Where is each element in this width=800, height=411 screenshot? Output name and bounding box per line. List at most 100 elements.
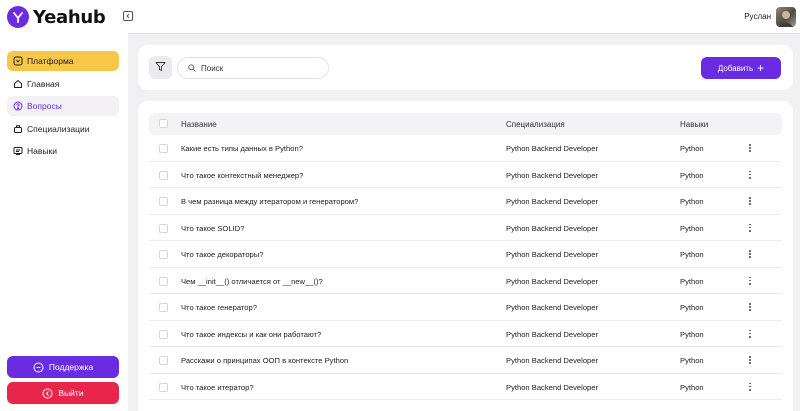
cell-title[interactable]: Что такое SOLID? — [181, 224, 244, 233]
cell-skill: Python — [680, 276, 704, 286]
cell-skill: Python — [680, 197, 704, 206]
row-checkbox[interactable] — [159, 303, 168, 312]
plus-icon: + — [757, 61, 765, 75]
row-checkbox[interactable] — [159, 356, 168, 365]
more-options-icon[interactable] — [747, 301, 753, 313]
skills-icon — [13, 146, 23, 156]
cell-specialization: Python Backend Developer — [506, 303, 599, 312]
more-options-icon[interactable] — [747, 354, 753, 366]
logout-button[interactable]: Выйти — [7, 382, 119, 404]
cell-skill: Python — [680, 223, 704, 233]
more-options-icon[interactable] — [747, 169, 753, 181]
sidebar-item-skills[interactable]: Навыки — [7, 141, 119, 161]
cell-title[interactable]: Что такое генератор? — [181, 303, 257, 312]
column-header-skills[interactable]: Навыки — [680, 120, 708, 129]
cell-title[interactable]: Расскажи о принципах ООП в контексте Pyt… — [181, 356, 348, 365]
sidebar-item-label: Специализации — [27, 123, 90, 134]
cell-specialization: Python Backend Developer — [506, 382, 599, 392]
cell-skill: Python — [680, 170, 704, 180]
sidebar-item-questions[interactable]: Вопросы — [7, 96, 119, 116]
add-question-button[interactable]: Добавить + — [701, 57, 781, 79]
table-row[interactable]: Что такое SOLID? Python Backend Developer… — [149, 215, 782, 241]
row-checkbox[interactable] — [159, 223, 168, 233]
add-label: Добавить — [717, 63, 754, 73]
more-options-icon[interactable] — [747, 195, 753, 207]
cell-skill: Python — [680, 356, 704, 365]
sidebar: Yeahub Платформа Главная Вопросы Специал… — [0, 0, 128, 411]
row-checkbox[interactable] — [159, 197, 168, 206]
column-header-title[interactable]: Название — [181, 120, 217, 129]
row-checkbox[interactable] — [159, 250, 168, 259]
table-row[interactable]: Что такое декораторы? Python Backend Deve… — [149, 241, 782, 268]
row-checkbox[interactable] — [159, 329, 168, 339]
select-all-checkbox[interactable] — [159, 119, 168, 128]
search-input[interactable] — [201, 63, 321, 73]
table-row[interactable]: В чем разница между итератором и генерат… — [149, 188, 782, 215]
cell-skill: Python — [680, 329, 704, 339]
cell-specialization: Python Backend Developer — [506, 170, 599, 180]
collapse-sidebar-icon[interactable] — [123, 11, 133, 21]
logout-label: Выйти — [58, 388, 84, 398]
table-row[interactable]: Какие есть типы данных в Python? Python B… — [149, 135, 782, 162]
column-header-specialization[interactable]: Специализация — [506, 120, 565, 129]
question-icon — [13, 101, 23, 111]
sidebar-nav: Платформа Главная Вопросы Специализации … — [7, 51, 119, 164]
table-header: Название Специализация Навыки — [149, 113, 782, 135]
cell-title[interactable]: Что такое индексы и как они работают? — [181, 330, 321, 339]
more-options-icon[interactable] — [747, 248, 753, 260]
chat-icon — [33, 362, 44, 373]
table-row[interactable]: Что такое генератор? Python Backend Devel… — [149, 294, 782, 321]
filter-button[interactable] — [149, 56, 172, 79]
row-checkbox[interactable] — [159, 382, 168, 392]
cell-title[interactable]: Что такое декораторы? — [181, 250, 263, 259]
platform-icon — [13, 56, 23, 66]
cell-title[interactable]: Что такое итератор? — [181, 383, 254, 392]
table-row[interactable]: Что такое индексы и как они работают? Pyt… — [149, 321, 782, 347]
row-checkbox[interactable] — [159, 170, 168, 180]
avatar[interactable] — [776, 7, 796, 27]
more-options-icon[interactable] — [747, 381, 753, 393]
questions-toolbar: Добавить + — [138, 45, 793, 90]
logo[interactable]: Yeahub — [7, 6, 106, 28]
table-row[interactable]: Что такое контекстный менеджер? Python Ba… — [149, 162, 782, 188]
cell-title[interactable]: Чем __init__() отличается от __new__()? — [181, 277, 323, 286]
cell-title[interactable]: Какие есть типы данных в Python? — [181, 144, 303, 153]
cell-title[interactable]: В чем разница между итератором и генерат… — [181, 197, 358, 206]
sidebar-item-label: Навыки — [27, 146, 57, 156]
cell-specialization: Python Backend Developer — [506, 356, 599, 365]
more-options-icon[interactable] — [747, 275, 753, 287]
support-label: Поддержка — [48, 362, 94, 372]
cell-title[interactable]: Что такое контекстный менеджер? — [181, 171, 303, 180]
cell-specialization: Python Backend Developer — [506, 329, 599, 339]
cell-specialization: Python Backend Developer — [506, 276, 599, 286]
sidebar-item-platform[interactable]: Платформа — [7, 51, 119, 71]
table-row[interactable]: Что такое итератор? Python Backend Develo… — [149, 374, 782, 400]
cell-skill: Python — [680, 250, 704, 259]
more-options-icon[interactable] — [747, 222, 753, 234]
cell-specialization: Python Backend Developer — [506, 223, 599, 233]
support-button[interactable]: Поддержка — [7, 356, 119, 378]
row-checkbox[interactable] — [159, 144, 168, 153]
sidebar-item-label: Главная — [27, 78, 60, 89]
cell-skill: Python — [680, 303, 704, 312]
more-options-icon[interactable] — [747, 328, 753, 340]
cell-skill: Python — [680, 382, 704, 392]
sidebar-item-home[interactable]: Главная — [7, 74, 119, 94]
more-options-icon[interactable] — [747, 142, 753, 154]
home-icon — [13, 79, 23, 89]
cell-skill: Python — [680, 144, 704, 153]
search-icon — [188, 59, 196, 77]
table-row[interactable]: Чем __init__() отличается от __new__()? P… — [149, 268, 782, 294]
specialization-icon — [13, 124, 23, 134]
logout-icon — [42, 388, 53, 399]
sidebar-item-specializations[interactable]: Специализации — [7, 119, 119, 139]
table-row[interactable]: Расскажи о принципах ООП в контексте Pyt… — [149, 347, 782, 374]
sidebar-item-label: Платформа — [27, 56, 74, 66]
search-field[interactable] — [177, 57, 329, 79]
row-checkbox[interactable] — [159, 276, 168, 286]
cell-specialization: Python Backend Developer — [506, 250, 599, 259]
user-name[interactable]: Руслан — [744, 12, 771, 21]
sidebar-item-label: Вопросы — [27, 101, 62, 111]
filter-icon — [155, 59, 166, 77]
top-bar: Руслан — [128, 0, 800, 34]
